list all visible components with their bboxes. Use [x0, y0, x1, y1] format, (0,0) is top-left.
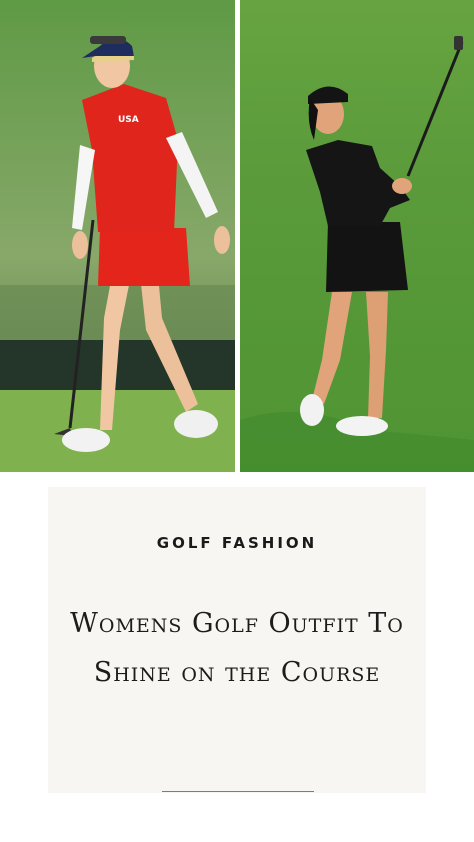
headline: Womens Golf Outfit To Shine on the Cours… [70, 608, 404, 688]
photo-red-outfit-illustration: USA [0, 0, 235, 472]
divider-line [162, 791, 314, 792]
shirt-text: USA [118, 115, 139, 125]
photo-black-outfit-illustration [240, 0, 474, 472]
photo-golfer-red-outfit: USA [0, 0, 235, 472]
pin-graphic: USA GOLF FASHION Womens Golf Outfit To S… [0, 0, 474, 842]
title-card: GOLF FASHION Womens Golf Outfit To Shine… [48, 487, 426, 793]
category-label: GOLF FASHION [156, 534, 318, 552]
photo-golfer-black-outfit [240, 0, 474, 472]
